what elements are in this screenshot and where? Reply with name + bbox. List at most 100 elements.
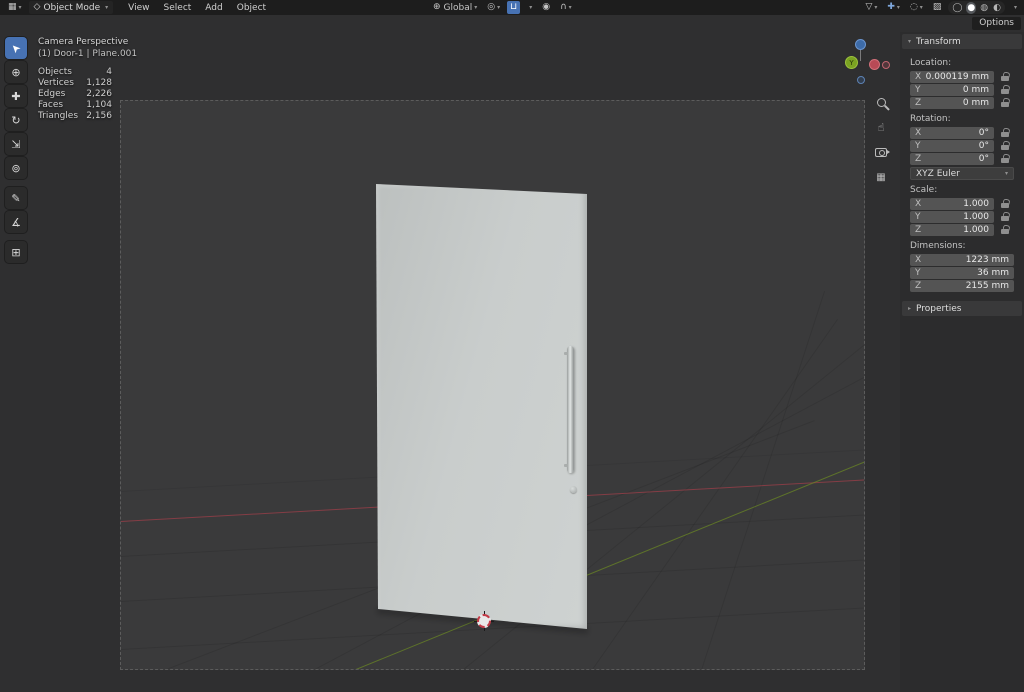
menu-view[interactable]: View	[121, 3, 156, 13]
transform-panel-header[interactable]: ▾ Transform	[902, 34, 1022, 49]
chevron-down-icon: ▾	[529, 3, 533, 11]
scale-y-field[interactable]: Y 1.000	[910, 211, 994, 223]
falloff-dropdown[interactable]: ∩ ▾	[557, 1, 575, 14]
stat-vertices: Vertices 1,128	[38, 78, 137, 89]
stat-value: 4	[106, 67, 112, 77]
dimensions-z-field[interactable]: Z 2155 mm	[910, 280, 1014, 292]
hand-icon: ☝	[877, 120, 885, 134]
axis-y-label: Y	[849, 58, 854, 67]
door-lock-cylinder[interactable]	[570, 486, 577, 493]
shading-solid-button[interactable]: ●	[966, 1, 977, 14]
field-value: 2155 mm	[965, 281, 1009, 291]
field-value: 1.000	[963, 225, 989, 235]
orientation-label: Global	[443, 2, 473, 13]
dimensions-x-field[interactable]: X 1223 mm	[910, 254, 1014, 266]
pivot-point-icon: ◎	[487, 2, 496, 12]
scale-z-field[interactable]: Z 1.000	[910, 224, 994, 236]
toolbar-cursor-tool[interactable]: ⊕	[5, 61, 27, 83]
toolbar-scale-tool[interactable]: ⇲	[5, 133, 27, 155]
pivot-point-dropdown[interactable]: ◎ ▾	[484, 1, 503, 14]
location-x-field[interactable]: X 0.000119 mm	[910, 71, 994, 83]
toggle-projection-button[interactable]: ▦	[872, 169, 890, 185]
toolbar-measure-tool[interactable]: ∡	[5, 211, 27, 233]
axis-z-negative-handle[interactable]	[857, 76, 865, 84]
gizmo-axis-line	[860, 49, 861, 61]
axis-label: Y	[915, 141, 921, 151]
stat-value: 1,104	[86, 100, 112, 110]
lock-icon[interactable]	[1001, 128, 1010, 138]
editor-type-dropdown[interactable]: ▦ ▾	[5, 1, 25, 14]
shading-wireframe-button[interactable]: ◯	[951, 2, 963, 14]
location-label: Location:	[910, 58, 952, 68]
location-y-field[interactable]: Y 0 mm	[910, 84, 994, 96]
move-icon: ✚	[11, 89, 21, 103]
toolbar-move-tool[interactable]: ✚	[5, 85, 27, 107]
lock-icon[interactable]	[1001, 212, 1010, 222]
axis-x-handle[interactable]	[869, 59, 880, 70]
proportional-editing-icon: ◉	[542, 2, 551, 12]
shading-rendered-button[interactable]: ◐	[992, 2, 1002, 14]
proportional-editing-toggle[interactable]: ◉	[539, 1, 553, 14]
falloff-curve-icon: ∩	[560, 2, 567, 12]
axis-y-handle[interactable]: Y	[845, 56, 858, 69]
rotation-z-field[interactable]: Z 0°	[910, 153, 994, 165]
scale-label: Scale:	[910, 185, 938, 195]
axis-z-handle[interactable]	[855, 39, 866, 50]
tool-options-dropdown[interactable]: Options	[972, 17, 1021, 30]
xray-toggle[interactable]: ▨	[930, 1, 945, 14]
shading-settings-dropdown[interactable]: ▾	[1009, 1, 1020, 14]
gizmos-dropdown[interactable]: ✚ ▾	[884, 1, 903, 14]
3d-cursor-ring	[477, 614, 491, 628]
toolbar-annotate-tool[interactable]: ✎	[5, 187, 27, 209]
camera-viewport[interactable]	[120, 100, 865, 670]
menu-add[interactable]: Add	[198, 3, 229, 13]
shading-material-button[interactable]: ◍	[979, 2, 989, 14]
scene-statistics: Objects 4 Vertices 1,128 Edges 2,226 Fac…	[38, 67, 137, 122]
axis-label: Z	[915, 225, 922, 235]
rotation-x-field[interactable]: X 0°	[910, 127, 994, 139]
axis-x-negative-handle[interactable]	[882, 61, 890, 69]
chevron-down-icon: ▾	[105, 3, 109, 11]
dimensions-y-field[interactable]: Y 36 mm	[910, 267, 1014, 279]
pan-tool-button[interactable]: ☝	[872, 119, 890, 135]
lock-icon[interactable]	[1001, 98, 1010, 108]
lock-icon[interactable]	[1001, 85, 1010, 95]
scale-x-field[interactable]: X 1.000	[910, 198, 994, 210]
overlays-dropdown[interactable]: ◌ ▾	[907, 1, 926, 14]
zoom-tool-button[interactable]	[872, 94, 890, 110]
field-value: 0 mm	[962, 85, 989, 95]
lock-icon[interactable]	[1001, 72, 1010, 82]
lock-icon[interactable]	[1001, 225, 1010, 235]
mode-dropdown[interactable]: ◇ Object Mode ▾	[28, 1, 114, 14]
scale-z-row: Z 1.000	[910, 224, 1016, 236]
viewport-side-tools: ☝ ▦	[872, 94, 890, 185]
lock-icon[interactable]	[1001, 199, 1010, 209]
rotation-mode-dropdown[interactable]: XYZ Euler ▾	[910, 167, 1014, 180]
location-z-field[interactable]: Z 0 mm	[910, 97, 994, 109]
lock-icon[interactable]	[1001, 154, 1010, 164]
snap-settings-dropdown[interactable]: ▾	[524, 1, 535, 14]
stat-value: 2,156	[86, 111, 112, 121]
chevron-down-icon: ▾	[874, 3, 878, 11]
toolbar-transform-tool[interactable]: ⊚	[5, 157, 27, 179]
toolbar-tweak-select-tool[interactable]: ➤	[5, 37, 27, 59]
scale-icon: ⇲	[11, 137, 21, 151]
properties-panel-header[interactable]: ▸ Properties	[902, 301, 1022, 316]
navigation-gizmo[interactable]: Y	[836, 38, 892, 88]
object-type-visibility-dropdown[interactable]: ▽ ▾	[862, 1, 880, 14]
dimensions-y-row: Y 36 mm	[910, 267, 1016, 279]
camera-view-button[interactable]	[872, 144, 890, 160]
menu-select[interactable]: Select	[157, 3, 199, 13]
door-object[interactable]	[376, 184, 587, 629]
viewport-info-overlay: Camera Perspective (1) Door-1 | Plane.00…	[38, 36, 137, 122]
door-handle-object[interactable]	[564, 346, 574, 473]
view-name-label: Camera Perspective	[38, 37, 129, 47]
axis-label: Z	[915, 98, 922, 108]
toolbar-add-cube-tool[interactable]: ⊞	[5, 241, 27, 263]
rotation-y-field[interactable]: Y 0°	[910, 140, 994, 152]
snap-toggle[interactable]: ⊔	[507, 1, 521, 14]
toolbar-rotate-tool[interactable]: ↻	[5, 109, 27, 131]
menu-object[interactable]: Object	[230, 3, 273, 13]
transform-orientation-dropdown[interactable]: ⊕ Global ▾	[430, 1, 480, 14]
lock-icon[interactable]	[1001, 141, 1010, 151]
